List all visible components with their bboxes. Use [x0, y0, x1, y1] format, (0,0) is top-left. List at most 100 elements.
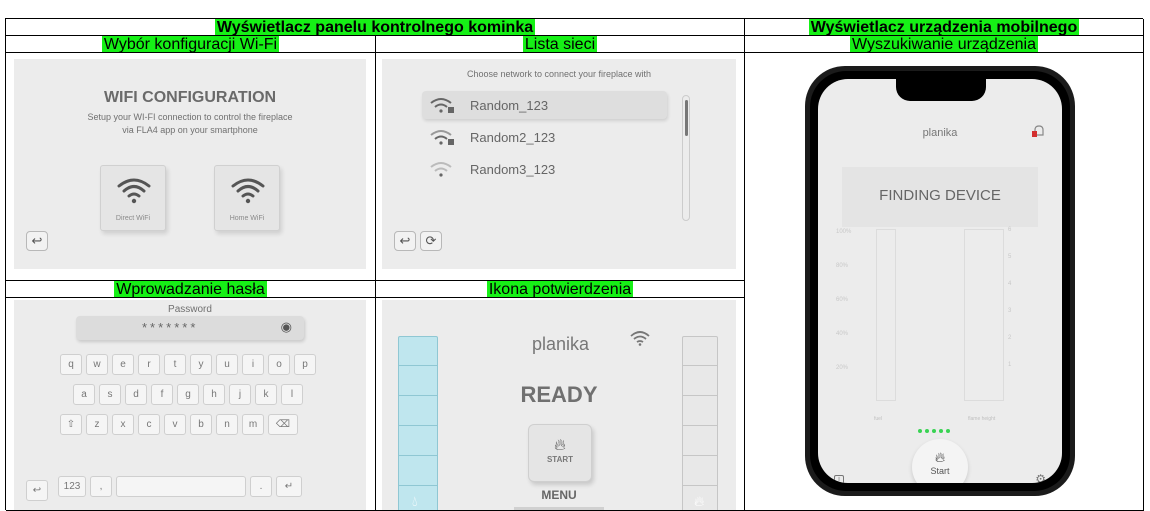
percent-tick: 40%: [836, 331, 849, 337]
network-item[interactable]: Random3_123: [422, 155, 667, 183]
confirm-screen: 💧︎ planika READY 🔥︎ START MENU 🔥︎: [382, 300, 736, 510]
key-w[interactable]: w: [86, 354, 108, 375]
label-device-search-cell: Wyszukiwanie urządzenia: [745, 36, 1144, 53]
key-e[interactable]: e: [112, 354, 134, 375]
network-item[interactable]: Random2_123: [422, 123, 667, 151]
wifi-config-title: WIFI CONFIGURATION: [103, 89, 277, 106]
network-scrollbar[interactable]: [682, 95, 690, 221]
shift-icon[interactable]: ⇧: [60, 414, 82, 435]
key-l[interactable]: l: [281, 384, 303, 405]
progress-dot: [939, 429, 943, 433]
key-d[interactable]: d: [125, 384, 147, 405]
key-z[interactable]: z: [86, 414, 108, 435]
network-list-cell: Choose network to connect your fireplace…: [376, 53, 745, 281]
label-wifi-config-cell: Wybór konfiguracji Wi-Fi: [6, 36, 376, 53]
fuel-caption: fuel: [874, 416, 883, 422]
menu-button[interactable]: MENU: [514, 488, 604, 510]
space-key[interactable]: [116, 476, 246, 497]
key-c[interactable]: c: [138, 414, 160, 435]
direct-wifi-label: Direct WiFi: [115, 215, 151, 222]
network-name: Random2_123: [470, 129, 556, 145]
key-j[interactable]: j: [229, 384, 251, 405]
info-icon[interactable]: i: [834, 475, 844, 483]
back-button[interactable]: ↩: [26, 231, 48, 251]
network-item[interactable]: Random_123: [422, 91, 667, 119]
key-n[interactable]: n: [216, 414, 238, 435]
percent-tick: 100%: [836, 229, 852, 235]
fuel-level-bar: 💧︎: [398, 336, 438, 510]
wifi-config-subtitle-2: via FLA4 app on your smartphone: [122, 125, 258, 135]
password-screen: Password ******* ◉ q w e r t y u i o p a s d f g h j k l ⇧ z…: [14, 300, 366, 510]
bell-icon[interactable]: [1030, 123, 1046, 144]
confirm-brand: planika: [532, 334, 590, 354]
back-arrow-icon: ↩: [31, 233, 43, 248]
key-f[interactable]: f: [151, 384, 173, 405]
key-a[interactable]: a: [73, 384, 95, 405]
phone-screen: planika FINDING DEVICE 100% 80% 60% 40% …: [818, 79, 1062, 483]
settings-icon[interactable]: ⚙: [1035, 472, 1046, 483]
key-u[interactable]: u: [216, 354, 238, 375]
refresh-icon: ⟳: [425, 233, 437, 248]
numbers-key[interactable]: 123: [58, 476, 86, 497]
password-field[interactable]: ******* ◉: [76, 316, 304, 340]
back-arrow-icon: ↩: [399, 233, 411, 248]
start-button[interactable]: 🔥︎ START: [528, 424, 592, 482]
label-confirm-cell: Ikona potwierdzenia: [376, 281, 745, 298]
label-network-list: Lista sieci: [522, 36, 598, 53]
progress-dot: [925, 429, 929, 433]
right-tick: 6: [1008, 227, 1012, 233]
header-control-panel-text: Wyświetlacz panelu kontrolnego kominka: [214, 19, 536, 36]
flame-level-bar: 🔥︎: [682, 336, 718, 510]
key-o[interactable]: o: [268, 354, 290, 375]
network-name: Random_123: [470, 97, 549, 113]
label-wifi-config: Wybór konfiguracji Wi-Fi: [101, 36, 280, 53]
key-m[interactable]: m: [242, 414, 264, 435]
home-wifi-label: Home WiFi: [229, 215, 265, 222]
backspace-icon[interactable]: ⌫: [268, 414, 298, 435]
key-r[interactable]: r: [138, 354, 160, 375]
period-key[interactable]: .: [250, 476, 272, 497]
flame-icon: 🔥︎: [554, 437, 566, 454]
percent-tick: 60%: [836, 297, 849, 303]
menu-label: MENU: [541, 488, 577, 502]
back-button[interactable]: ↩: [394, 231, 416, 251]
key-p[interactable]: p: [294, 354, 316, 375]
comma-key[interactable]: ,: [90, 476, 112, 497]
progress-dots: [918, 429, 950, 433]
network-list-screen: Choose network to connect your fireplace…: [382, 59, 736, 269]
progress-dot: [932, 429, 936, 433]
mobile-start-label: Start: [930, 466, 950, 476]
key-v[interactable]: v: [164, 414, 186, 435]
drop-icon: 💧︎: [412, 493, 418, 509]
flame-caption: flame height: [968, 416, 996, 422]
enter-icon[interactable]: ↵: [276, 476, 302, 497]
header-mobile: Wyświetlacz urządzenia mobilnego: [745, 19, 1144, 36]
key-s[interactable]: s: [99, 384, 121, 405]
refresh-button[interactable]: ⟳: [420, 231, 442, 251]
mobile-title-panel: FINDING DEVICE: [842, 167, 1038, 227]
right-tick: 2: [1008, 335, 1012, 341]
key-b[interactable]: b: [190, 414, 212, 435]
home-wifi-button[interactable]: Home WiFi: [214, 165, 280, 231]
key-h[interactable]: h: [203, 384, 225, 405]
progress-dot: [946, 429, 950, 433]
key-t[interactable]: t: [164, 354, 186, 375]
key-g[interactable]: g: [177, 384, 199, 405]
key-x[interactable]: x: [112, 414, 134, 435]
direct-wifi-button[interactable]: Direct WiFi: [100, 165, 166, 231]
network-name: Random3_123: [470, 161, 556, 177]
scrollbar-thumb[interactable]: [685, 100, 688, 136]
key-y[interactable]: y: [190, 354, 212, 375]
label-password-cell: Wprowadzanie hasła: [6, 281, 376, 298]
wifi-icon: [117, 178, 151, 204]
key-k[interactable]: k: [255, 384, 277, 405]
wifi-weak-icon: [430, 162, 452, 177]
key-q[interactable]: q: [60, 354, 82, 375]
key-i[interactable]: i: [242, 354, 264, 375]
label-device-search: Wyszukiwanie urządzenia: [850, 36, 1038, 53]
flame-bar: [964, 229, 1004, 401]
mobile-start-button[interactable]: 🔥︎ Start: [912, 439, 968, 483]
password-label: Password: [168, 304, 212, 315]
eye-icon[interactable]: ◉: [281, 319, 292, 335]
back-arrow-icon[interactable]: ↩: [26, 480, 48, 501]
